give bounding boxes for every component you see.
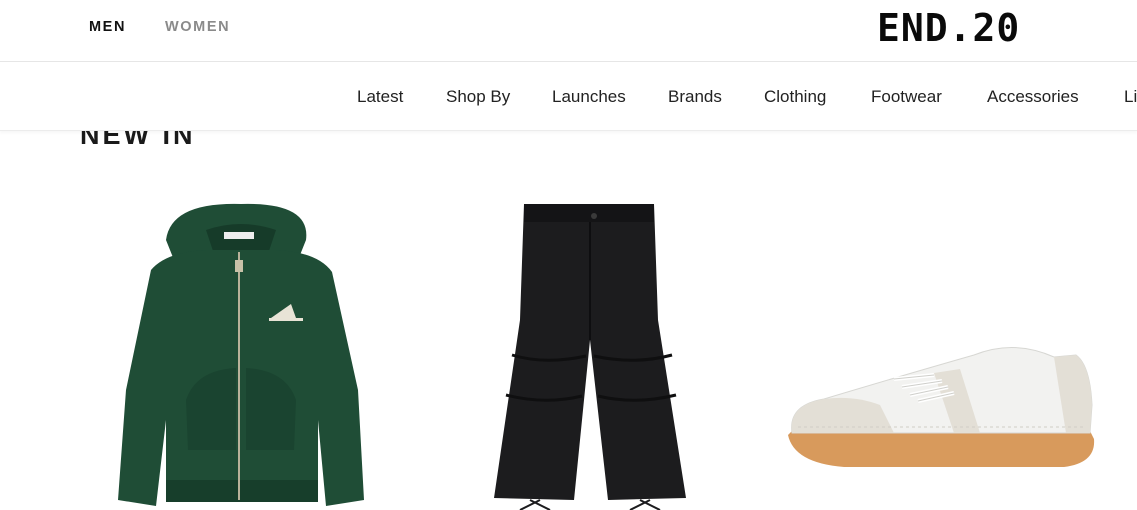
site-logo[interactable]: END.20	[877, 8, 1020, 48]
nav-item-footwear[interactable]: Footwear	[871, 87, 942, 107]
nav-item-truncated[interactable]: Li	[1124, 87, 1137, 107]
product-card-trainer[interactable]	[784, 335, 1100, 475]
nav-item-accessories[interactable]: Accessories	[987, 87, 1079, 107]
product-card-hoodie[interactable]	[96, 200, 386, 510]
tab-men[interactable]: MEN	[89, 19, 126, 35]
product-card-trousers[interactable]	[490, 200, 690, 510]
nav-item-brands[interactable]: Brands	[668, 87, 722, 107]
top-bar: MEN WOMEN END.20	[0, 0, 1137, 60]
nav-item-clothing[interactable]: Clothing	[764, 87, 826, 107]
trainer-image	[788, 347, 1095, 467]
hoodie-image	[118, 203, 364, 506]
main-nav: Latest Shop By Launches Brands Clothing …	[0, 62, 1137, 131]
tab-women[interactable]: WOMEN	[165, 19, 230, 35]
nav-item-latest[interactable]: Latest	[357, 87, 403, 107]
nav-item-shop-by[interactable]: Shop By	[446, 87, 510, 107]
trousers-image	[494, 204, 686, 510]
nav-item-launches[interactable]: Launches	[552, 87, 626, 107]
